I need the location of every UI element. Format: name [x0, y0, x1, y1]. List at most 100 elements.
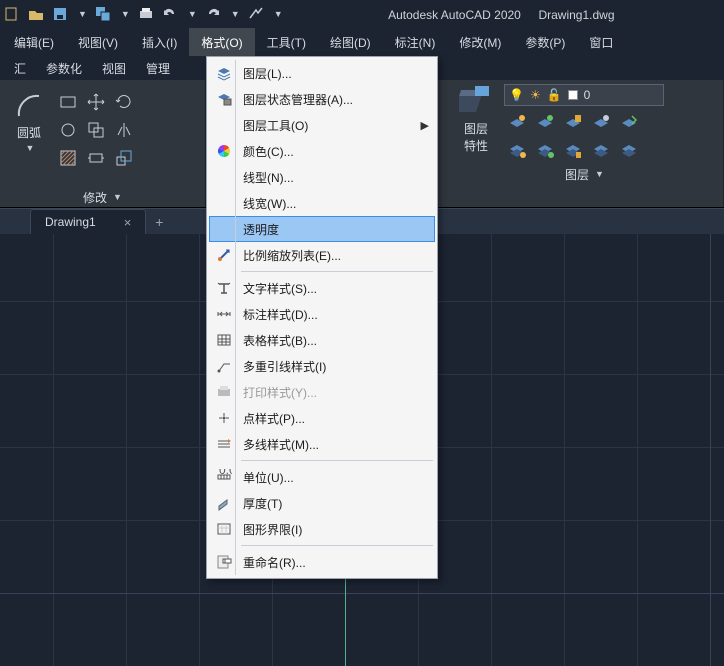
layer-tool-icon[interactable] — [616, 110, 642, 136]
arc-button[interactable]: 圆弧 ▼ — [8, 90, 50, 153]
menu-view[interactable]: 视图(V) — [66, 28, 130, 56]
panel-title[interactable]: 图层▼ — [454, 164, 715, 184]
qat-dropdown-icon[interactable]: ▼ — [274, 9, 283, 19]
layer-tool-icon[interactable] — [616, 138, 642, 164]
layer-tool-icon[interactable] — [532, 110, 558, 136]
layer-combo[interactable]: 💡 ☀ 🔓 0 — [504, 84, 664, 106]
titlebar: ▼ ▼ ▼ ▼ ▼ Autodesk AutoCAD 2020 Drawing1… — [0, 0, 724, 28]
hatch-icon[interactable] — [56, 146, 80, 170]
menu-insert[interactable]: 插入(I) — [130, 28, 189, 56]
close-icon[interactable]: × — [124, 215, 132, 230]
menu-item-label: 线型(N)... — [243, 169, 429, 186]
menu-format[interactable]: 格式(O) — [189, 28, 254, 56]
menu-item[interactable]: 文字样式(S)... — [209, 275, 435, 301]
menu-item[interactable]: 透明度 — [209, 216, 435, 242]
qat-undo-icon[interactable] — [162, 6, 178, 22]
panel-title[interactable]: 修改▼ — [8, 187, 197, 207]
menu-item[interactable]: 图形界限(I) — [209, 516, 435, 542]
qat-dropdown-icon[interactable]: ▼ — [121, 9, 130, 19]
arc-label: 圆弧 — [17, 124, 41, 141]
layer-tool-icon[interactable] — [588, 110, 614, 136]
layer-name: 0 — [584, 88, 591, 102]
menu-item[interactable]: 比例缩放列表(E)... — [209, 242, 435, 268]
layer-tool-icon[interactable] — [504, 138, 530, 164]
menu-item-label: 颜色(C)... — [243, 143, 429, 160]
menu-item-label: 多重引线样式(I) — [243, 358, 429, 375]
menu-draw[interactable]: 绘图(D) — [318, 28, 383, 56]
menu-item[interactable]: 厚度(T) — [209, 490, 435, 516]
menu-item-label: 图层工具(O) — [243, 117, 411, 134]
menu-item-label: 单位(U)... — [243, 469, 429, 486]
menu-dimension[interactable]: 标注(N) — [383, 28, 448, 56]
menu-tools[interactable]: 工具(T) — [255, 28, 318, 56]
layer-tool-icon[interactable] — [588, 138, 614, 164]
menu-item[interactable]: 重命名(R)... — [209, 549, 435, 575]
menu-item[interactable]: 图层(L)... — [209, 60, 435, 86]
move-icon[interactable] — [84, 90, 108, 114]
menu-item-label: 线宽(W)... — [243, 195, 429, 212]
qat-plotter-icon[interactable] — [248, 6, 264, 22]
point-icon — [215, 409, 233, 427]
qat-dropdown-icon[interactable]: ▼ — [188, 9, 197, 19]
menu-item[interactable]: 线型(N)... — [209, 164, 435, 190]
qat-dropdown-icon[interactable]: ▼ — [78, 9, 87, 19]
circle-icon[interactable] — [56, 118, 80, 142]
menu-item-label: 图层状态管理器(A)... — [243, 91, 429, 108]
copy-icon[interactable] — [84, 118, 108, 142]
document-tab[interactable]: Drawing1 × — [30, 209, 146, 234]
ribbon-tab[interactable]: 参数化 — [36, 56, 92, 80]
ribbon-tab[interactable]: 视图 — [92, 56, 136, 80]
menu-item[interactable]: 多线样式(M)... — [209, 431, 435, 457]
new-tab-button[interactable]: + — [146, 209, 172, 234]
menu-item[interactable]: 点样式(P)... — [209, 405, 435, 431]
menu-item-label: 比例缩放列表(E)... — [243, 247, 429, 264]
menu-item[interactable]: 标注样式(D)... — [209, 301, 435, 327]
menu-separator — [241, 460, 433, 461]
menu-item[interactable]: 0.0 单位(U)... — [209, 464, 435, 490]
menu-item-label: 多线样式(M)... — [243, 436, 429, 453]
menu-item: 打印样式(Y)... — [209, 379, 435, 405]
menu-item[interactable]: 颜色(C)... — [209, 138, 435, 164]
colorwheel-icon — [215, 142, 233, 160]
qat-dropdown-icon[interactable]: ▼ — [231, 9, 240, 19]
menu-item[interactable]: 表格样式(B)... — [209, 327, 435, 353]
qat-save-icon[interactable] — [52, 6, 68, 22]
menu-window[interactable]: 窗口 — [577, 28, 625, 56]
rotate-icon[interactable] — [112, 90, 136, 114]
mirror-icon[interactable] — [112, 118, 136, 142]
rename-icon — [215, 553, 233, 571]
layer-tool-icon[interactable] — [504, 110, 530, 136]
menu-parametric[interactable]: 参数(P) — [513, 28, 577, 56]
qat-print-icon[interactable] — [138, 6, 154, 22]
qat-saveas-icon[interactable] — [95, 6, 111, 22]
menu-item[interactable]: 图层工具(O)▶ — [209, 112, 435, 138]
menu-gutter — [235, 60, 236, 575]
file-name: Drawing1.dwg — [538, 8, 614, 22]
menu-item[interactable]: 多重引线样式(I) — [209, 353, 435, 379]
ribbon-tab[interactable]: 汇 — [4, 56, 36, 80]
chevron-down-icon: ▼ — [26, 143, 35, 153]
thick-icon — [215, 494, 233, 512]
menu-edit[interactable]: 编辑(E) — [2, 28, 66, 56]
menu-item-label: 图层(L)... — [243, 65, 429, 82]
menu-item-label: 重命名(R)... — [243, 554, 429, 571]
layer-tool-icon[interactable] — [532, 138, 558, 164]
blank-icon — [215, 168, 233, 186]
qat-redo-icon[interactable] — [205, 6, 221, 22]
qat-new-icon[interactable] — [4, 6, 20, 22]
layer-tool-icon[interactable] — [560, 110, 586, 136]
qat-open-icon[interactable] — [28, 6, 44, 22]
menu-item[interactable]: 线宽(W)... — [209, 190, 435, 216]
layer-tool-icon[interactable] — [560, 138, 586, 164]
stretch-icon[interactable] — [84, 146, 108, 170]
units-icon: 0.0 — [215, 468, 233, 486]
ribbon-tab[interactable]: 管理 — [136, 56, 180, 80]
ribbon-panel-layer: 图层 特性 💡 ☀ 🔓 0 — [446, 80, 724, 207]
scale-icon[interactable] — [112, 146, 136, 170]
menu-item[interactable]: 图层状态管理器(A)... — [209, 86, 435, 112]
bulb-icon: 💡 — [509, 88, 524, 102]
rect-icon[interactable] — [56, 90, 80, 114]
menu-modify[interactable]: 修改(M) — [447, 28, 513, 56]
layer-properties-button[interactable]: 图层 特性 — [454, 84, 498, 154]
window-title: Autodesk AutoCAD 2020 Drawing1.dwg — [283, 7, 720, 22]
